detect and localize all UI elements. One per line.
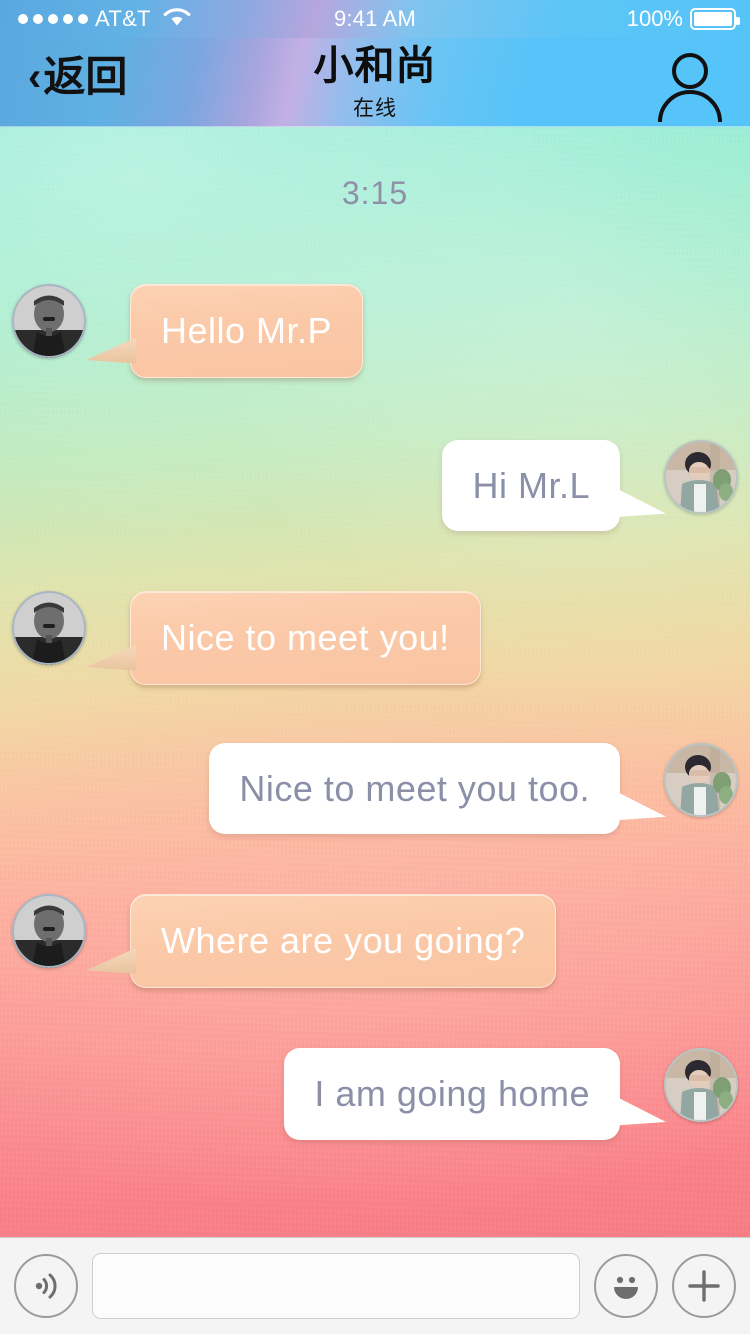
message-bubble[interactable]: I am going home [284,1047,620,1140]
emoji-button[interactable] [594,1254,658,1318]
message-bubble[interactable]: Hello Mr.P [130,284,364,378]
message-row: Nice to meet you too. [0,742,750,835]
message-row: Hello Mr.P [0,284,750,378]
chat-message-list[interactable]: 3:15 Hello Mr.P Hi Mr.L Nice to meet you… [0,127,750,1237]
battery-icon [690,8,740,30]
avatar[interactable] [664,742,738,817]
bubble-tail [614,790,666,821]
message-input-toolbar [0,1237,750,1334]
avatar[interactable] [12,591,86,666]
message-bubble[interactable]: Nice to meet you too. [209,742,620,835]
status-bar-clock: 9:41 AM [333,6,417,31]
avatar-mr-p-image [664,439,738,514]
bubble-tail [86,337,136,364]
bubble-tail [86,644,136,671]
avatar[interactable] [664,439,738,514]
chat-timestamp: 3:15 [341,175,409,211]
avatar-mr-l-image [12,591,86,666]
profile-button[interactable] [652,46,728,123]
avatar[interactable] [12,894,86,969]
voice-record-button[interactable] [14,1254,78,1318]
avatar-mr-l-image [12,284,86,358]
plus-icon [688,1270,720,1302]
avatar[interactable] [664,1047,738,1122]
chevron-left-icon: ‹ [28,55,42,99]
message-input[interactable] [92,1253,580,1319]
status-bar: AT&T 9:41 AM 100% [0,0,750,38]
person-icon [658,53,722,123]
bubble-tail [614,1095,666,1126]
message-row: Nice to meet you! [0,591,750,685]
avatar-mr-p-image [664,742,738,817]
bubble-tail [614,487,666,518]
phone-screen: AT&T 9:41 AM 100% ‹ 返回 小和尚 在线 3:15 Hello… [0,0,750,1334]
back-button-label: 返回 [43,53,128,100]
message-row: I am going home [0,1047,750,1140]
avatar-mr-p-image [664,1047,738,1122]
bubble-tail [86,947,136,974]
avatar[interactable] [12,284,86,358]
message-bubble[interactable]: Where are you going? [130,894,557,988]
voice-wave-icon [35,1273,57,1299]
message-row: Where are you going? [0,894,750,988]
smiley-icon [614,1276,638,1299]
message-bubble[interactable]: Nice to meet you! [130,591,481,685]
message-bubble[interactable]: Hi Mr.L [442,439,620,532]
add-attachment-button[interactable] [672,1254,736,1318]
message-row: Hi Mr.L [0,439,750,532]
back-button[interactable]: ‹ 返回 [28,56,127,98]
avatar-mr-l-image [12,894,86,969]
